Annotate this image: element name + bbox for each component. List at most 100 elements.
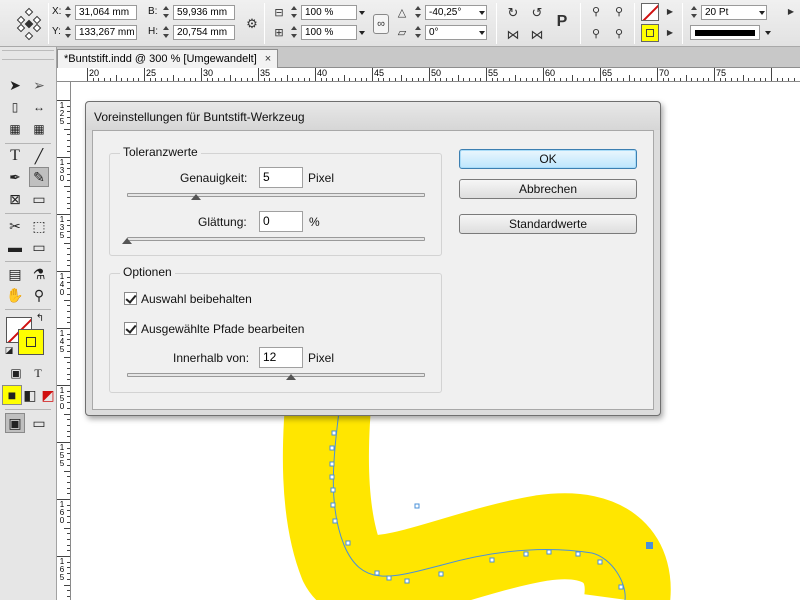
fill-swatch[interactable] bbox=[641, 3, 659, 21]
fill-menu-arrow-icon[interactable]: ▶ bbox=[661, 3, 679, 21]
ruler-tick bbox=[742, 75, 744, 81]
defaults-button[interactable]: Standardwerte bbox=[459, 214, 637, 234]
flip-vertical-icon[interactable]: ⋈ bbox=[528, 25, 546, 43]
zoom-tool-icon[interactable]: ⚲ bbox=[29, 285, 49, 305]
within-input[interactable]: 12 bbox=[259, 347, 303, 368]
free-transform-tool-icon[interactable]: ⬚ bbox=[29, 216, 49, 236]
selection-tool-icon[interactable]: ➤ bbox=[5, 75, 25, 95]
x-spinner[interactable] bbox=[64, 5, 73, 19]
scale-y-spinner[interactable] bbox=[290, 25, 299, 39]
gradient-feather-tool-icon[interactable]: ▭ bbox=[29, 237, 49, 257]
within-slider-track[interactable] bbox=[127, 373, 425, 377]
dialog-titlebar[interactable]: Voreinstellungen für Buntstift-Werkzeug bbox=[86, 102, 660, 130]
flip-horizontal-icon[interactable]: ⋈ bbox=[504, 25, 522, 43]
rectangle-tool-icon[interactable]: ▭ bbox=[29, 189, 49, 209]
apply-none-icon[interactable]: ◩ bbox=[38, 385, 58, 405]
shear-spinner[interactable] bbox=[414, 25, 423, 39]
panel-grip[interactable] bbox=[2, 50, 54, 60]
hand-tool-icon[interactable]: ✋ bbox=[5, 285, 25, 305]
width-spinner[interactable] bbox=[162, 5, 171, 19]
normal-view-icon[interactable]: ▣ bbox=[5, 413, 25, 433]
smoothing-input[interactable]: 0 bbox=[259, 211, 303, 232]
accuracy-slider-thumb[interactable] bbox=[190, 194, 201, 200]
scissors-tool-icon[interactable]: ✂ bbox=[5, 216, 25, 236]
content-placer-icon[interactable]: ▦ bbox=[29, 119, 49, 139]
select-next-object-icon[interactable]: ⚲ bbox=[610, 3, 628, 21]
ruler-tick bbox=[719, 78, 721, 81]
edit-paths-label[interactable]: Ausgewählte Pfade bearbeiten bbox=[141, 322, 304, 336]
within-slider-thumb[interactable] bbox=[285, 374, 296, 380]
select-container-icon[interactable]: ⚲ bbox=[587, 3, 605, 21]
scale-y-field[interactable]: 100 % bbox=[301, 25, 357, 40]
scale-x-spinner[interactable] bbox=[290, 5, 299, 19]
keep-selected-checkbox[interactable] bbox=[124, 292, 137, 305]
constrain-proportions-icon[interactable]: ⚙ bbox=[243, 14, 261, 32]
chain-link-icon[interactable]: ∞ bbox=[373, 14, 389, 34]
scale-x-field[interactable]: 100 % bbox=[301, 5, 357, 20]
scale-y-dropdown[interactable] bbox=[356, 25, 368, 40]
gap-tool-icon[interactable]: ↔ bbox=[29, 97, 49, 117]
line-tool-icon[interactable]: ╱ bbox=[29, 146, 49, 166]
ruler-tick bbox=[691, 78, 693, 81]
default-fill-stroke-icon[interactable]: ◪ bbox=[3, 344, 15, 356]
stroke-menu-arrow-icon[interactable]: ▶ bbox=[661, 24, 679, 42]
note-tool-icon[interactable]: ▤ bbox=[5, 264, 25, 284]
page-tool-icon[interactable]: ▯ bbox=[5, 97, 25, 117]
height-spinner[interactable] bbox=[162, 25, 171, 39]
cancel-button[interactable]: Abbrechen bbox=[459, 179, 637, 199]
height-field[interactable]: 20,754 mm bbox=[173, 25, 235, 40]
rectangle-frame-tool-icon[interactable]: ⊠ bbox=[5, 189, 25, 209]
stroke-type-dropdown[interactable] bbox=[762, 25, 774, 40]
stroke-type-field[interactable] bbox=[690, 25, 760, 40]
ruler-tick bbox=[731, 78, 733, 81]
gradient-swatch-tool-icon[interactable]: ▬ bbox=[5, 237, 25, 257]
shear-dropdown[interactable] bbox=[476, 25, 488, 40]
accuracy-input[interactable]: 5 bbox=[259, 167, 303, 188]
y-field[interactable]: 133,267 mm bbox=[75, 25, 137, 40]
vertical-ruler[interactable]: 125 130 135 140 145 150 155 160 165 bbox=[57, 82, 71, 600]
accuracy-slider-track[interactable] bbox=[127, 193, 425, 197]
screen-mode-icon[interactable]: ▭ bbox=[29, 413, 49, 433]
smoothing-slider-thumb[interactable] bbox=[122, 238, 132, 244]
reference-point-icon[interactable] bbox=[14, 7, 44, 41]
formatting-text-icon[interactable]: T bbox=[28, 363, 48, 383]
x-field[interactable]: 31,064 mm bbox=[75, 5, 137, 20]
ruler-tick bbox=[446, 78, 448, 81]
horizontal-ruler[interactable]: 20 25 30 35 40 45 50 55 60 65 70 75 bbox=[57, 68, 800, 82]
apply-color-icon[interactable]: ■ bbox=[2, 385, 22, 405]
ok-button[interactable]: OK bbox=[459, 149, 637, 169]
stroke-swatch[interactable] bbox=[641, 24, 659, 42]
select-previous-object-icon[interactable]: ⚲ bbox=[610, 25, 628, 43]
swap-fill-stroke-icon[interactable]: ↰ bbox=[34, 313, 46, 325]
type-tool-icon[interactable]: T bbox=[5, 146, 25, 166]
smoothing-slider-track[interactable] bbox=[127, 237, 425, 241]
rotate-cw-icon[interactable]: ↻ bbox=[504, 3, 522, 21]
document-tab[interactable]: *Buntstift.indd @ 300 % [Umgewandelt] × bbox=[57, 49, 279, 68]
rotation-spinner[interactable] bbox=[414, 5, 423, 19]
direct-selection-tool-icon[interactable]: ➢ bbox=[29, 75, 49, 95]
width-field[interactable]: 59,936 mm bbox=[173, 5, 235, 20]
ruler-tick bbox=[149, 78, 151, 81]
ruler-tick bbox=[246, 78, 248, 81]
pencil-tool-icon[interactable]: ✎ bbox=[29, 167, 49, 187]
scale-x-dropdown[interactable] bbox=[356, 5, 368, 20]
stroke-box[interactable] bbox=[18, 329, 44, 355]
ruler-tick bbox=[411, 78, 413, 81]
stroke-weight-dropdown[interactable] bbox=[756, 5, 768, 20]
ruler-tick bbox=[286, 75, 288, 81]
y-spinner[interactable] bbox=[64, 25, 73, 39]
rotate-ccw-icon[interactable]: ↺ bbox=[528, 3, 546, 21]
content-collector-icon[interactable]: ▦ bbox=[5, 119, 25, 139]
close-tab-icon[interactable]: × bbox=[265, 50, 271, 68]
stroke-weight-spinner[interactable] bbox=[690, 5, 699, 19]
eyedropper-tool-icon[interactable]: ⚗ bbox=[29, 264, 49, 284]
control-panel-menu-icon[interactable]: ▶ bbox=[782, 3, 800, 21]
pen-tool-icon[interactable]: ✒ bbox=[5, 167, 25, 187]
ruler-tick bbox=[67, 595, 70, 597]
rotation-dropdown[interactable] bbox=[476, 5, 488, 20]
keep-selected-label[interactable]: Auswahl beibehalten bbox=[141, 292, 252, 306]
apply-gradient-icon[interactable]: ◧ bbox=[20, 385, 40, 405]
formatting-container-icon[interactable]: ▣ bbox=[6, 363, 26, 383]
select-content-icon[interactable]: ⚲ bbox=[587, 25, 605, 43]
edit-paths-checkbox[interactable] bbox=[124, 322, 137, 335]
